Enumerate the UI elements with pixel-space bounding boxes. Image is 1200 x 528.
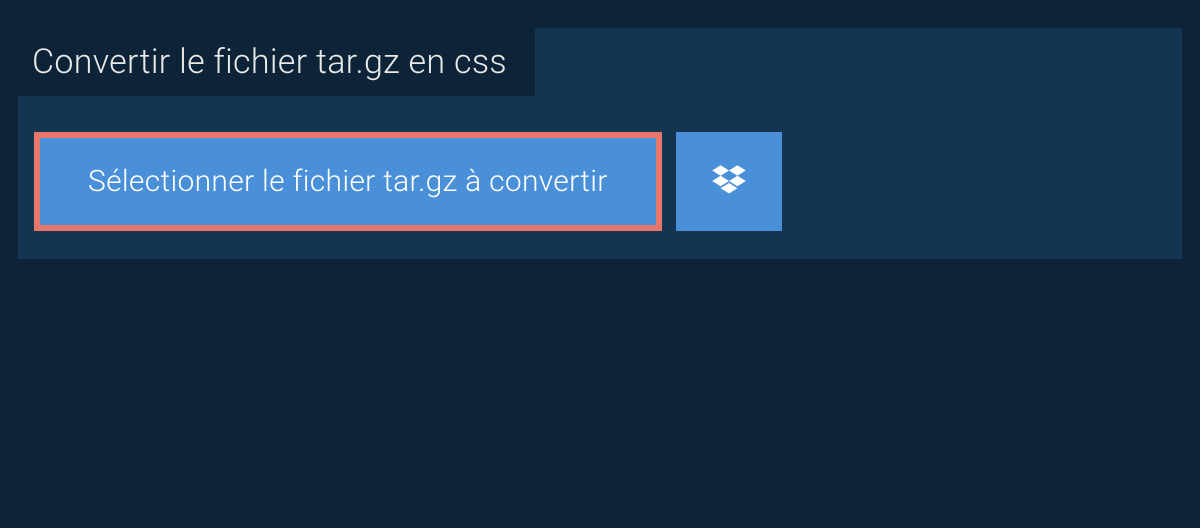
select-file-button[interactable]: Sélectionner le fichier tar.gz à convert…	[34, 132, 662, 231]
dropbox-button[interactable]	[676, 132, 782, 231]
header-tab: Convertir le fichier tar.gz en css	[18, 28, 535, 96]
dropbox-icon	[708, 161, 750, 203]
page-title: Convertir le fichier tar.gz en css	[32, 42, 507, 82]
select-file-label: Sélectionner le fichier tar.gz à convert…	[88, 164, 608, 199]
converter-panel: Convertir le fichier tar.gz en css Sélec…	[18, 28, 1182, 259]
button-row: Sélectionner le fichier tar.gz à convert…	[18, 132, 1182, 231]
